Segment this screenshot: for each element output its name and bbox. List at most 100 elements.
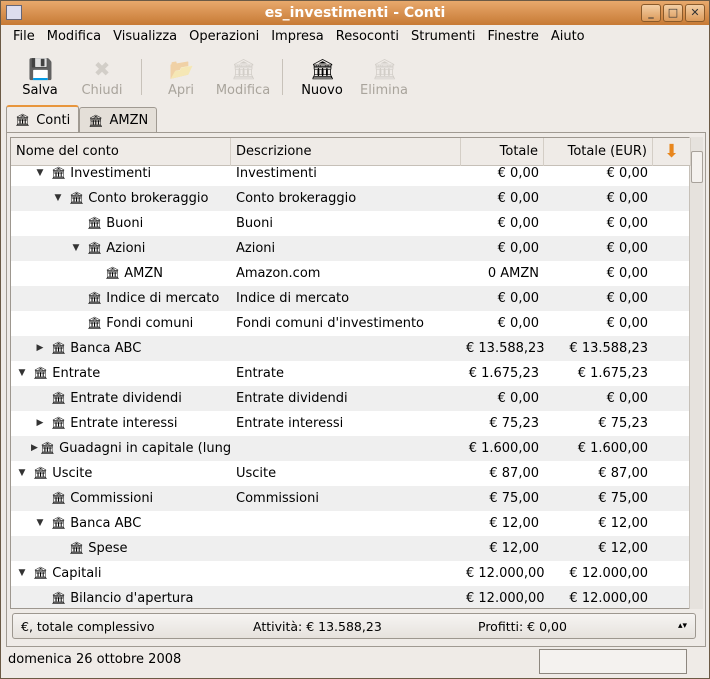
maximize-button[interactable]: □ [663, 4, 683, 22]
account-row[interactable]: 🏛 Bilancio d'apertura € 12.000,00 € 12.000,… [11, 586, 691, 608]
scrollbar-thumb[interactable] [691, 151, 703, 183]
account-row[interactable]: ▼ 🏛 Banca ABC € 12,00 € 12,00 [11, 511, 691, 536]
account-row[interactable]: ▶ 🏛 Guadagni in capitale (lung € 1.600,00 € … [11, 436, 691, 461]
bank-icon: 🏛 [33, 566, 49, 580]
account-total: € 13.588,23 [466, 341, 544, 356]
toolbar-separator [141, 59, 142, 95]
name-cell: 🏛 Buoni [11, 211, 231, 236]
expander-closed-icon[interactable]: ▶ [31, 411, 49, 436]
menu-aiuto[interactable]: Aiuto [545, 26, 591, 48]
account-row[interactable]: ▶ 🏛 Banca ABC € 13.588,23 € 13.588,23 [11, 336, 691, 361]
account-description [231, 436, 461, 461]
menu-operazioni[interactable]: Operazioni [183, 26, 265, 48]
name-cell: 🏛 AMZN [11, 261, 231, 286]
expander-open-icon[interactable]: ▼ [13, 561, 31, 586]
account-description: Azioni [236, 241, 276, 256]
account-total: € 12.000,00 [466, 591, 544, 606]
column-selector-arrow-icon[interactable]: ⬇ [653, 138, 691, 166]
account-row[interactable]: ▼ 🏛 Conto brokeraggio Conto brokeraggio € 0,… [11, 186, 691, 211]
account-row[interactable]: 🏛 Fondi comuni Fondi comuni d'investimento… [11, 311, 691, 336]
floppy-icon: 💾 [28, 57, 53, 81]
account-row[interactable]: 🏛 Commissioni Commissioni € 75,00 € 75,00 [11, 486, 691, 511]
tab-conti[interactable]: 🏛 Conti [6, 105, 80, 133]
account-name: Indice di mercato [106, 291, 220, 306]
account-name: Fondi comuni [106, 316, 194, 331]
account-total-eur: € 12,00 [598, 541, 648, 556]
close-window-button[interactable]: ✕ [685, 4, 705, 22]
account-description [231, 561, 461, 586]
bank-icon: 🏛 [105, 266, 121, 280]
bank-icon: 🏛 [51, 416, 67, 430]
account-row[interactable]: 🏛 Indice di mercato Indice di mercato € 0,0… [11, 286, 691, 311]
column-header-name[interactable]: Nome del conto [11, 138, 231, 166]
account-description: Commissioni [236, 491, 319, 506]
edit-account-icon: 🏛 [231, 57, 257, 81]
account-name: Entrate dividendi [70, 391, 182, 406]
account-name: AMZN [124, 266, 163, 281]
account-name: Bilancio d'apertura [70, 591, 194, 606]
expander-closed-icon[interactable]: ▶ [31, 436, 38, 461]
spin-arrows-icon[interactable]: ▴▾ [678, 621, 687, 631]
expander-closed-icon[interactable]: ▶ [31, 336, 49, 361]
summary-assets: Attività: € 13.588,23 [253, 618, 382, 634]
toolbar-label: Nuovo [301, 83, 343, 98]
menu-file[interactable]: File [7, 26, 41, 48]
account-total-eur: € 0,00 [606, 291, 648, 306]
account-description: Uscite [236, 466, 277, 481]
toolbar-apri-button[interactable]: 📂 Apri [150, 51, 212, 98]
account-total-eur: € 1.675,23 [577, 366, 648, 381]
menu-impresa[interactable]: Impresa [265, 26, 330, 48]
bank-icon: 🏛 [15, 113, 31, 127]
account-row[interactable]: 🏛 AMZN Amazon.com 0 AMZN € 0,00 [11, 261, 691, 286]
vertical-scrollbar[interactable] [689, 137, 703, 609]
account-total-eur: € 0,00 [606, 391, 648, 406]
menu-visualizza[interactable]: Visualizza [107, 26, 183, 48]
bank-icon: 🏛 [51, 516, 67, 530]
tab-amzn[interactable]: 🏛 AMZN [79, 107, 158, 133]
menu-modifica[interactable]: Modifica [41, 26, 107, 48]
close-icon: ✖ [93, 57, 111, 81]
account-row[interactable]: 🏛 Buoni Buoni € 0,00 € 0,00 [11, 211, 691, 236]
column-header-total-eur[interactable]: Totale (EUR) [544, 138, 653, 166]
account-total: 0 AMZN [487, 266, 539, 281]
account-row[interactable]: 🏛 Spese € 12,00 € 12,00 [11, 536, 691, 561]
name-cell: ▼ 🏛 Capitali [11, 561, 231, 586]
expander-open-icon[interactable]: ▼ [13, 461, 31, 486]
column-header-total[interactable]: Totale [461, 138, 544, 166]
minimize-button[interactable]: _ [641, 4, 661, 22]
account-row[interactable]: 🏛 Entrate dividendi Entrate dividendi € 0,0… [11, 386, 691, 411]
account-row[interactable]: ▼ 🏛 Azioni Azioni € 0,00 € 0,00 [11, 236, 691, 261]
toolbar-label: Chiudi [81, 83, 123, 98]
menu-bar: File Modifica Visualizza Operazioni Impresa R… [1, 26, 591, 48]
toolbar-elimina-button[interactable]: 🏛 Elimina [353, 51, 415, 98]
expander-open-icon[interactable]: ▼ [31, 511, 49, 536]
toolbar-salva-button[interactable]: 💾 Salva [9, 51, 71, 98]
account-row[interactable]: ▼ 🏛 Uscite Uscite € 87,00 € 87,00 [11, 461, 691, 486]
expander-open-icon[interactable]: ▼ [67, 236, 85, 261]
toolbar-chiudi-button[interactable]: ✖ Chiudi [71, 51, 133, 98]
account-description [231, 586, 461, 608]
expander-open-icon[interactable]: ▼ [49, 186, 67, 211]
account-total: € 0,00 [497, 191, 539, 206]
name-cell: ▶ 🏛 Guadagni in capitale (lung [11, 436, 231, 461]
bank-icon: 🏛 [87, 241, 103, 255]
account-row[interactable]: ▼ 🏛 Entrate Entrate € 1.675,23 € 1.675,23 [11, 361, 691, 386]
menu-resoconti[interactable]: Resoconti [330, 26, 405, 48]
menu-strumenti[interactable]: Strumenti [405, 26, 482, 48]
toolbar: 💾 Salva ✖ Chiudi 📂 Apri 🏛 Modifica 🏛 Nuovo 🏛 Elimin… [1, 51, 415, 103]
account-name: Azioni [106, 241, 146, 256]
account-total-eur: € 12.000,00 [569, 566, 648, 581]
new-account-icon: 🏛 [310, 57, 336, 81]
summary-bar[interactable]: €, totale complessivo Attività: € 13.588… [12, 613, 696, 639]
account-total-eur: € 0,00 [606, 316, 648, 331]
account-name: Banca ABC [70, 516, 142, 531]
toolbar-modifica-button[interactable]: 🏛 Modifica [212, 51, 274, 98]
expander-open-icon[interactable]: ▼ [13, 361, 31, 386]
account-row[interactable]: ▶ 🏛 Entrate interessi Entrate interessi € 75… [11, 411, 691, 436]
name-cell: ▼ 🏛 Banca ABC [11, 511, 231, 536]
menu-finestre[interactable]: Finestre [482, 26, 545, 48]
column-header-description[interactable]: Descrizione [231, 138, 461, 166]
account-total-eur: € 1.600,00 [577, 441, 648, 456]
account-row[interactable]: ▼ 🏛 Capitali € 12.000,00 € 12.000,00 [11, 561, 691, 586]
toolbar-nuovo-button[interactable]: 🏛 Nuovo [291, 51, 353, 98]
